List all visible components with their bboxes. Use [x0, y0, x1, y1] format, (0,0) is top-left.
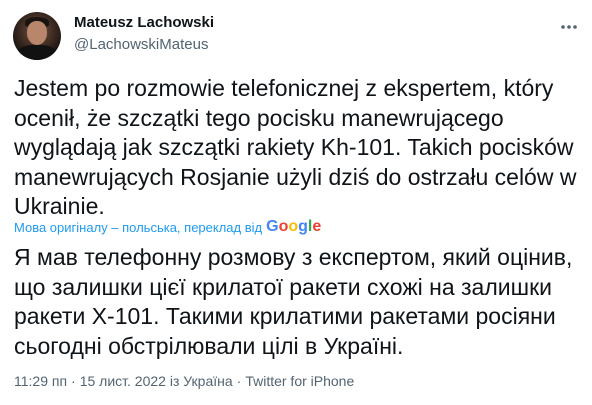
tweet-source[interactable]: Twitter for iPhone: [245, 373, 354, 389]
translated-text: Я мав телефонну розмову з експертом, яки…: [14, 244, 573, 359]
author-avatar[interactable]: [13, 12, 61, 60]
google-logo-letter: o: [278, 218, 289, 235]
author-display-name[interactable]: Mateusz Lachowski: [74, 14, 214, 31]
google-logo-letter: G: [266, 218, 279, 235]
tweet-time[interactable]: 11:29 пп: [14, 373, 67, 389]
tweet-meta: 11:29 пп · 15 лист. 2022 із Україна · Twitte…: [14, 373, 354, 389]
more-options-button[interactable]: [558, 16, 580, 38]
google-logo-letter: e: [312, 218, 322, 235]
meta-separator: ·: [71, 373, 76, 389]
google-logo: Google: [266, 218, 321, 236]
avatar-face: [27, 21, 47, 45]
tweet-text: Jestem po rozmowie telefonicznej z ekspe…: [14, 75, 577, 219]
meta-separator: ·: [236, 373, 242, 389]
more-dots-icon: [561, 25, 577, 29]
tweet-date[interactable]: 15 лист. 2022 із Україна: [80, 373, 233, 389]
google-logo-letter: g: [298, 218, 308, 235]
author-handle[interactable]: @LachowskiMateus: [74, 36, 208, 53]
google-logo-letter: o: [288, 218, 299, 235]
translation-attribution[interactable]: Мова оригіналу – польська, переклад від …: [14, 218, 321, 236]
translation-label: Мова оригіналу – польська, переклад від: [14, 219, 263, 235]
avatar-shirt: [17, 45, 57, 60]
